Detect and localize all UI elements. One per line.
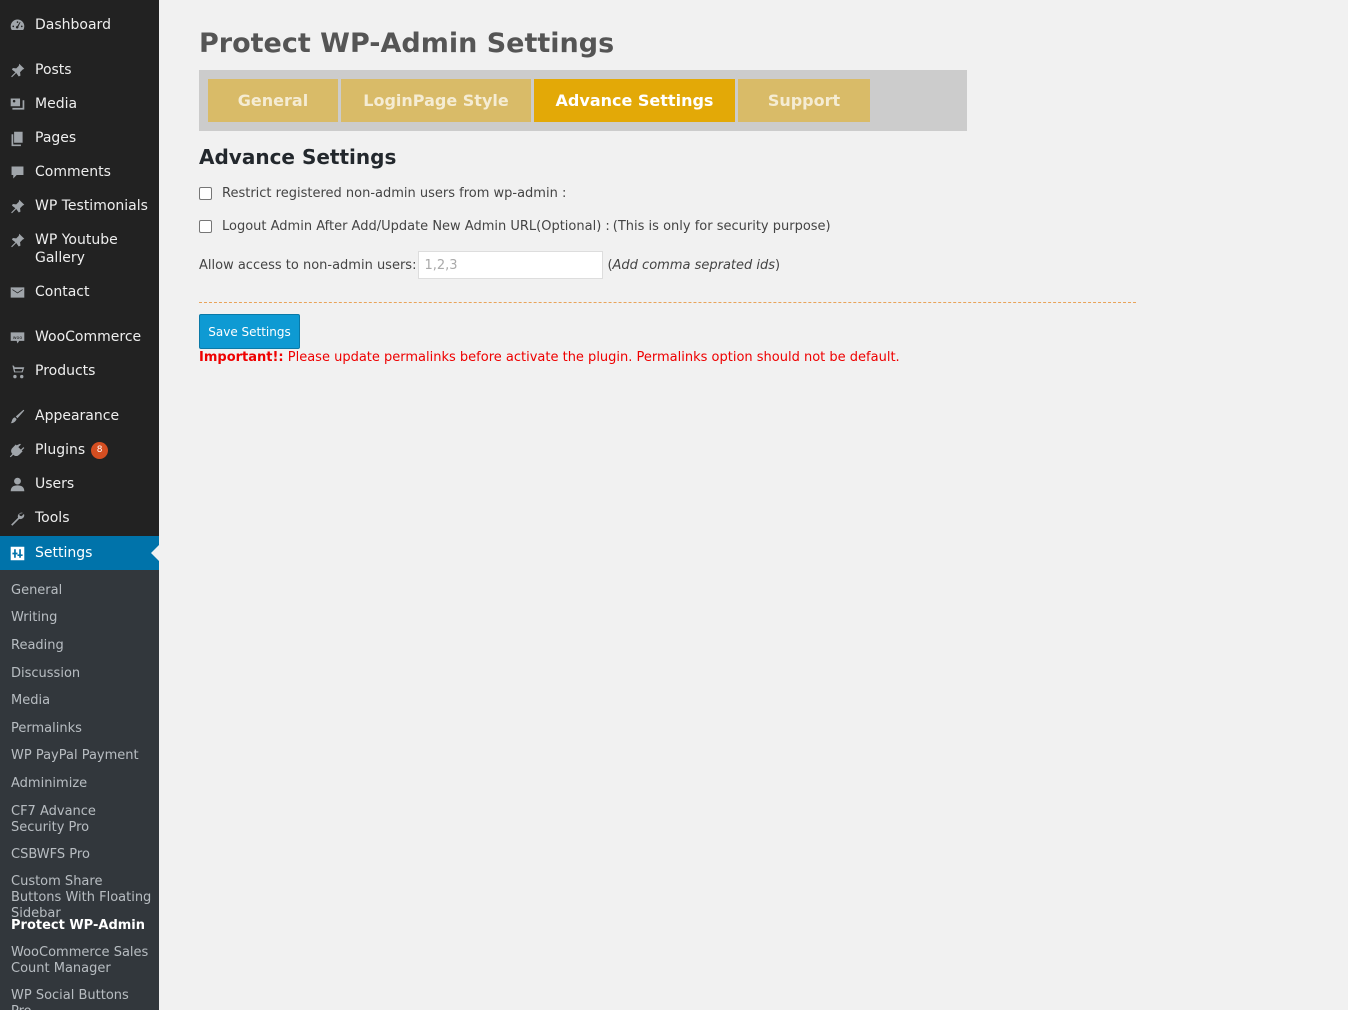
submenu-item-discussion[interactable]: Discussion <box>11 666 153 682</box>
logout-admin-option: Logout Admin After Add/Update New Admin … <box>199 216 831 236</box>
restrict-users-checkbox[interactable] <box>199 186 212 200</box>
menu-label: Users <box>35 476 75 492</box>
logout-admin-checkbox[interactable] <box>199 219 212 233</box>
menu-label: WooCommerce <box>35 329 142 345</box>
menu-label: WP Youtube Gallery <box>35 232 118 266</box>
settings-icon <box>8 544 26 562</box>
restrict-users-option: Restrict registered non-admin users from… <box>199 184 566 202</box>
menu-item-products[interactable]: Products <box>0 362 159 382</box>
section-title: Advance Settings <box>199 145 397 169</box>
plugin-icon <box>8 441 26 459</box>
menu-item-comments[interactable]: Comments <box>0 163 159 183</box>
allow-access-hint-wrapper: (Add comma seprated ids) <box>607 257 781 273</box>
menu-label: Comments <box>35 164 111 180</box>
menu-label: Appearance <box>35 408 120 424</box>
svg-text:woo: woo <box>12 335 22 340</box>
wrench-icon <box>8 509 26 527</box>
submenu-item-media[interactable]: Media <box>11 693 153 709</box>
allow-access-label: Allow access to non-admin users: <box>199 257 417 273</box>
logout-admin-label: Logout Admin After Add/Update New Admin … <box>222 218 610 234</box>
submenu-item-woocommerce-sales-count-manager[interactable]: WooCommerce Sales Count Manager <box>11 945 153 977</box>
comment-icon <box>8 163 26 181</box>
menu-item-woocommerce[interactable]: woo WooCommerce <box>0 328 159 348</box>
menu-label: Pages <box>35 130 77 146</box>
menu-label: Tools <box>35 510 70 526</box>
save-settings-button[interactable]: Save Settings <box>199 314 300 349</box>
security-note: (This is only for security purpose) <box>612 218 831 234</box>
menu-item-appearance[interactable]: Appearance <box>0 407 159 427</box>
pages-icon <box>8 129 26 147</box>
dashboard-icon <box>8 16 26 34</box>
menu-label: Settings <box>35 545 93 561</box>
pin-icon <box>8 197 26 215</box>
menu-item-settings[interactable]: Settings <box>0 536 159 570</box>
tab-general[interactable]: General <box>208 79 338 122</box>
divider <box>199 302 1136 303</box>
tab-advance-settings[interactable]: Advance Settings <box>534 79 735 122</box>
admin-sidebar: Dashboard Posts Media Pages Comments WP … <box>0 0 159 1010</box>
menu-item-tools[interactable]: Tools <box>0 509 159 529</box>
allow-access-input[interactable] <box>418 251 604 279</box>
submenu-item-custom-share-buttons[interactable]: Custom Share Buttons With Floating Sideb… <box>11 874 153 922</box>
menu-item-posts[interactable]: Posts <box>0 61 159 81</box>
tab-support[interactable]: Support <box>738 79 870 122</box>
settings-submenu: General Writing Reading Discussion Media… <box>0 570 159 1010</box>
pin-icon <box>8 61 26 79</box>
menu-item-wp-testimonials[interactable]: WP Testimonials <box>0 197 159 217</box>
tab-loginpage-style[interactable]: LoginPage Style <box>341 79 531 122</box>
menu-label: Dashboard <box>35 17 111 33</box>
menu-label: Posts <box>35 62 72 78</box>
notice-strong: Important!: <box>199 350 284 365</box>
menu-item-dashboard[interactable]: Dashboard <box>0 16 159 36</box>
submenu-item-wp-social-buttons-pro[interactable]: WP Social Buttons Pro <box>11 988 153 1010</box>
submenu-item-adminimize[interactable]: Adminimize <box>11 776 153 792</box>
permalinks-notice: Important!: Please update permalinks bef… <box>199 350 900 365</box>
pin-icon <box>8 231 26 249</box>
brush-icon <box>8 407 26 425</box>
menu-item-pages[interactable]: Pages <box>0 129 159 149</box>
notice-text: Please update permalinks before activate… <box>287 350 900 365</box>
menu-item-users[interactable]: Users <box>0 475 159 495</box>
submenu-item-csbwfs-pro[interactable]: CSBWFS Pro <box>11 847 153 863</box>
submenu-item-protect-wp-admin[interactable]: Protect WP-Admin <box>11 918 153 934</box>
menu-label: Plugins 8 <box>35 441 155 459</box>
restrict-users-label: Restrict registered non-admin users from… <box>222 185 567 201</box>
woo-icon: woo <box>8 328 26 346</box>
submenu-item-permalinks[interactable]: Permalinks <box>11 721 153 737</box>
submenu-item-general[interactable]: General <box>11 583 153 599</box>
submenu-item-cf7-advance-security-pro[interactable]: CF7 Advance Security Pro <box>11 804 153 836</box>
menu-item-plugins[interactable]: Plugins 8 <box>0 441 159 461</box>
menu-item-contact[interactable]: Contact <box>0 283 159 303</box>
cart-icon <box>8 362 26 380</box>
allow-access-row: Allow access to non-admin users: (Add co… <box>199 251 780 279</box>
menu-item-media[interactable]: Media <box>0 95 159 115</box>
menu-label: Contact <box>35 284 90 300</box>
allow-access-hint: Add comma seprated ids <box>612 257 776 273</box>
plugin-update-badge: 8 <box>91 441 109 459</box>
submenu-item-wp-paypal-payment[interactable]: WP PayPal Payment <box>11 748 153 764</box>
user-icon <box>8 475 26 493</box>
mail-icon <box>8 283 26 301</box>
menu-label: WP Testimonials <box>35 198 148 214</box>
menu-label: Products <box>35 363 96 379</box>
page-title: Protect WP-Admin Settings <box>199 28 615 59</box>
menu-item-wp-youtube-gallery[interactable]: WP Youtube Gallery <box>0 231 159 269</box>
submenu-item-writing[interactable]: Writing <box>11 610 153 626</box>
menu-label: Media <box>35 96 78 112</box>
media-icon <box>8 95 26 113</box>
submenu-item-reading[interactable]: Reading <box>11 638 153 654</box>
settings-tabs: General LoginPage Style Advance Settings… <box>199 70 967 131</box>
